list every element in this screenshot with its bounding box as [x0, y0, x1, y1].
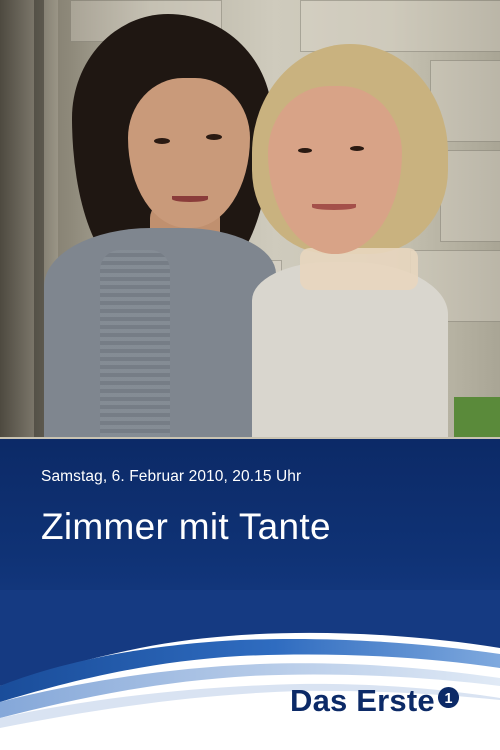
poster-photo: [0, 0, 500, 437]
mouth: [312, 204, 356, 210]
eye: [206, 134, 222, 140]
pillar-shadow: [34, 0, 44, 437]
das-erste-logo: Das Erste 1: [290, 683, 460, 723]
grass-patch: [454, 397, 500, 437]
mouth: [172, 196, 208, 202]
channel-logo-numeral: 1: [444, 691, 452, 707]
movie-title: Zimmer mit Tante: [41, 506, 331, 547]
eye: [350, 146, 364, 151]
broadcast-date: Samstag, 6. Februar 2010, 20.15 Uhr: [41, 468, 302, 485]
channel-number-one-icon: 1: [437, 686, 459, 709]
eye: [298, 148, 312, 153]
sweater-cable-knit: [100, 250, 170, 437]
floral-collar: [300, 248, 418, 290]
eye: [154, 138, 170, 144]
movie-poster: Samstag, 6. Februar 2010, 20.15 Uhr Zimm…: [0, 0, 500, 750]
blue-swoosh-graphic: [0, 590, 500, 728]
channel-logo-text: Das Erste: [290, 683, 435, 718]
wall-stone: [440, 150, 500, 242]
wall-stone: [300, 0, 500, 52]
